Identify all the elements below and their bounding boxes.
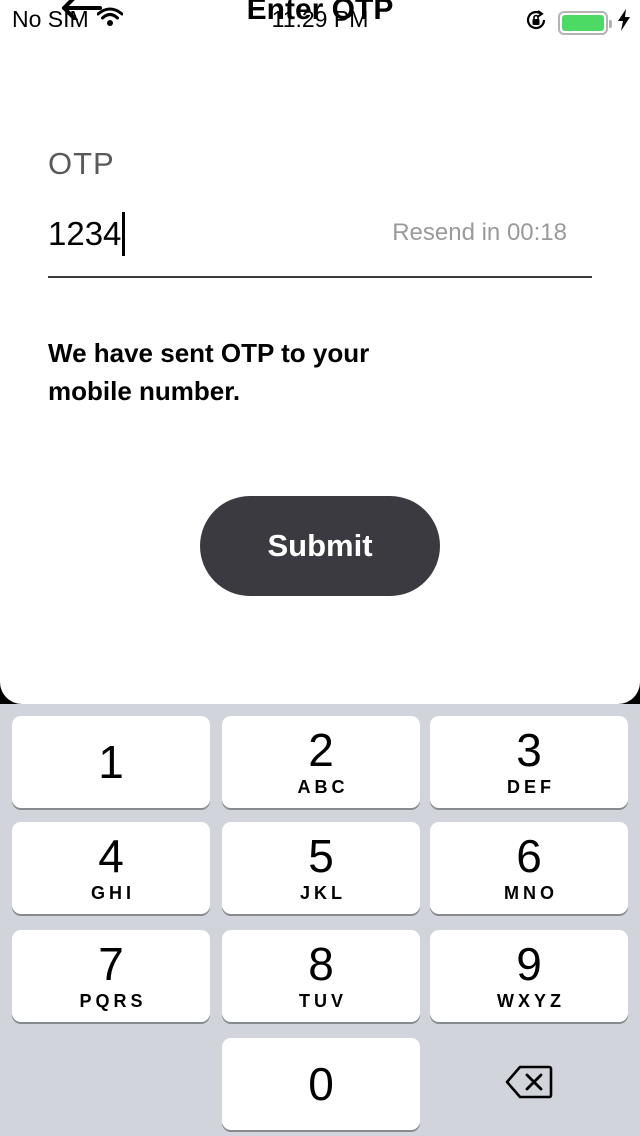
- status-indicators: [524, 8, 630, 37]
- key-4[interactable]: 4 GHI: [12, 822, 210, 914]
- otp-label: OTP: [48, 146, 115, 181]
- orientation-lock-icon: [524, 8, 548, 37]
- key-letters: JKL: [299, 882, 346, 903]
- otp-sent-message: We have sent OTP to your mobile number.: [48, 338, 370, 406]
- key-digit: 0: [308, 1058, 334, 1110]
- key-letters: TUV: [299, 990, 347, 1011]
- back-arrow-icon[interactable]: [56, 0, 102, 22]
- key-digit: 8: [308, 937, 334, 990]
- key-letters: GHI: [90, 882, 135, 903]
- key-5[interactable]: 5 JKL: [222, 822, 420, 914]
- key-3[interactable]: 3 DEF: [430, 716, 628, 808]
- key-letters: PQRS: [79, 990, 147, 1011]
- key-letters: DEF: [507, 776, 555, 797]
- key-digit: 6: [516, 829, 542, 882]
- key-digit: 9: [516, 937, 542, 990]
- charging-bolt-icon: [618, 9, 630, 36]
- key-digit: 4: [98, 829, 124, 882]
- text-cursor: [122, 212, 125, 256]
- key-9[interactable]: 9 WXYZ: [430, 930, 628, 1022]
- battery-tip: [609, 19, 612, 28]
- key-digit: 5: [308, 829, 334, 882]
- input-underline: [48, 276, 592, 278]
- resend-timer[interactable]: Resend in 00:18: [392, 219, 567, 247]
- key-0[interactable]: 0: [222, 1038, 420, 1130]
- key-7[interactable]: 7 PQRS: [12, 930, 210, 1022]
- battery-icon: [558, 10, 612, 35]
- backspace-icon: [505, 1065, 553, 1104]
- key-6[interactable]: 6 MNO: [430, 822, 628, 914]
- key-letters: MNO: [504, 882, 558, 903]
- submit-button[interactable]: Submit: [200, 496, 440, 596]
- key-letters: WXYZ: [497, 990, 565, 1011]
- otp-input[interactable]: [48, 211, 378, 257]
- key-1[interactable]: 1: [12, 716, 210, 808]
- key-8[interactable]: 8 TUV: [222, 930, 420, 1022]
- key-digit: 7: [98, 937, 124, 990]
- battery-level: [562, 14, 604, 31]
- key-digit: 2: [308, 723, 334, 776]
- key-digit: 1: [98, 736, 124, 788]
- key-digit: 3: [516, 723, 542, 776]
- delete-key[interactable]: [430, 1038, 628, 1130]
- otp-screen: No SIM 11:29 PM Enter OTP OTP 1234 Resen…: [0, 0, 640, 704]
- key-letters: ABC: [297, 776, 349, 797]
- key-2[interactable]: 2 ABC: [222, 716, 420, 808]
